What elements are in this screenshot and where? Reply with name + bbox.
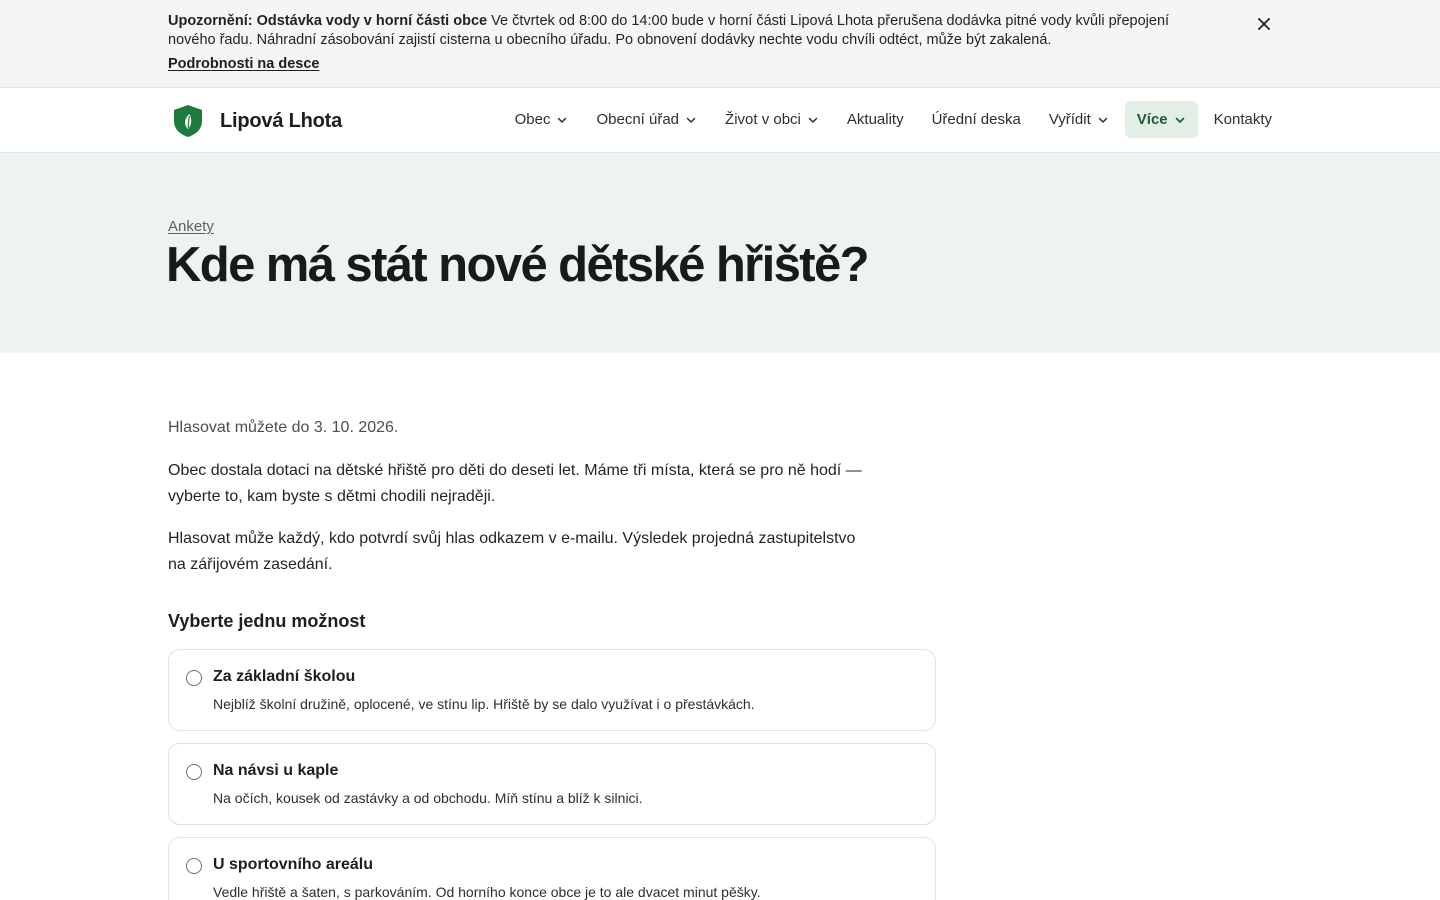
chevron-down-icon	[1175, 117, 1184, 123]
nav-item-label: Úřední deska	[931, 111, 1021, 128]
site-header: Lipová Lhota Obec Obecní úřad Život v ob…	[0, 88, 1440, 153]
nav-item-label: Aktuality	[846, 111, 904, 128]
option-title: Za základní školou	[213, 668, 356, 685]
alert-message: Upozornění: Odstávka vody v horní části …	[168, 12, 1198, 50]
option-title: Na návsi u kaple	[213, 762, 339, 779]
poll-option-sportovni-areal[interactable]: U sportovního areálu Vedle hřiště a šate…	[168, 837, 936, 900]
chevron-down-icon	[558, 117, 567, 123]
option-description: Na očích, kousek od zastávky a od obchod…	[213, 790, 643, 806]
alert-details-link[interactable]: Podrobnosti na desce	[168, 56, 319, 72]
shield-leaf-icon	[174, 105, 202, 137]
brand-name: Lipová Lhota	[220, 109, 343, 132]
alert-banner: Upozornění: Odstávka vody v horní části …	[0, 0, 1440, 88]
nav-item-vice[interactable]: Více	[1124, 101, 1198, 138]
options-heading: Vyberte jednu možnost	[168, 611, 366, 631]
nav-item-label: Vyřídit	[1048, 111, 1091, 128]
alert-title: Upozornění: Odstávka vody v horní části …	[168, 13, 488, 29]
option-description: Vedle hřiště a šaten, s parkováním. Od h…	[213, 884, 761, 900]
page-hero: Ankety Kde má stát nové dětské hřiště?	[0, 153, 1440, 353]
nav-item-obec[interactable]: Obec	[503, 101, 581, 138]
option-title: U sportovního areálu	[213, 856, 374, 873]
nav-item-label: Více	[1136, 111, 1168, 128]
main-nav: Obec Obecní úřad Život v obci Aktuality …	[503, 101, 1272, 138]
radio-button[interactable]	[186, 764, 202, 780]
chevron-down-icon	[808, 117, 818, 123]
nav-item-obecni-urad[interactable]: Obecní úřad	[584, 101, 709, 138]
poll-intro-paragraph: Obec dostala dotaci na dětské hřiště pro…	[168, 462, 862, 505]
nav-item-label: Obec	[514, 111, 551, 128]
poll-deadline: Hlasovat můžete do 3. 10. 2026.	[168, 419, 399, 436]
nav-item-aktuality[interactable]: Aktuality	[835, 101, 916, 138]
option-description: Nejblíž školní družině, oplocené, ve stí…	[213, 696, 755, 712]
nav-item-kontakty[interactable]: Kontakty	[1202, 101, 1272, 138]
radio-button[interactable]	[186, 858, 202, 874]
chevron-down-icon	[1098, 117, 1108, 123]
close-icon[interactable]	[1252, 12, 1276, 36]
nav-item-uredni-deska[interactable]: Úřední deska	[920, 101, 1033, 138]
poll-option-zakladni-skola[interactable]: Za základní školou Nejblíž školní družin…	[168, 649, 936, 731]
page-title: Kde má stát nové dětské hřiště?	[166, 238, 870, 292]
nav-item-label: Život v obci	[725, 111, 801, 128]
brand-home-link[interactable]: Lipová Lhota	[172, 104, 342, 138]
nav-item-vyridit[interactable]: Vyřídit	[1037, 101, 1121, 138]
nav-item-label: Obecní úřad	[596, 111, 680, 128]
nav-item-label: Kontakty	[1213, 111, 1272, 128]
nav-item-zivot-v-obci[interactable]: Život v obci	[713, 101, 831, 138]
poll-option-naves-kaple[interactable]: Na návsi u kaple Na očích, kousek od zas…	[168, 743, 936, 825]
breadcrumb-ankety[interactable]: Ankety	[168, 218, 214, 235]
chevron-down-icon	[686, 117, 696, 123]
poll-rules-paragraph: Hlasovat může každý, kdo potvrdí svůj hl…	[168, 530, 856, 573]
radio-button[interactable]	[186, 670, 202, 686]
